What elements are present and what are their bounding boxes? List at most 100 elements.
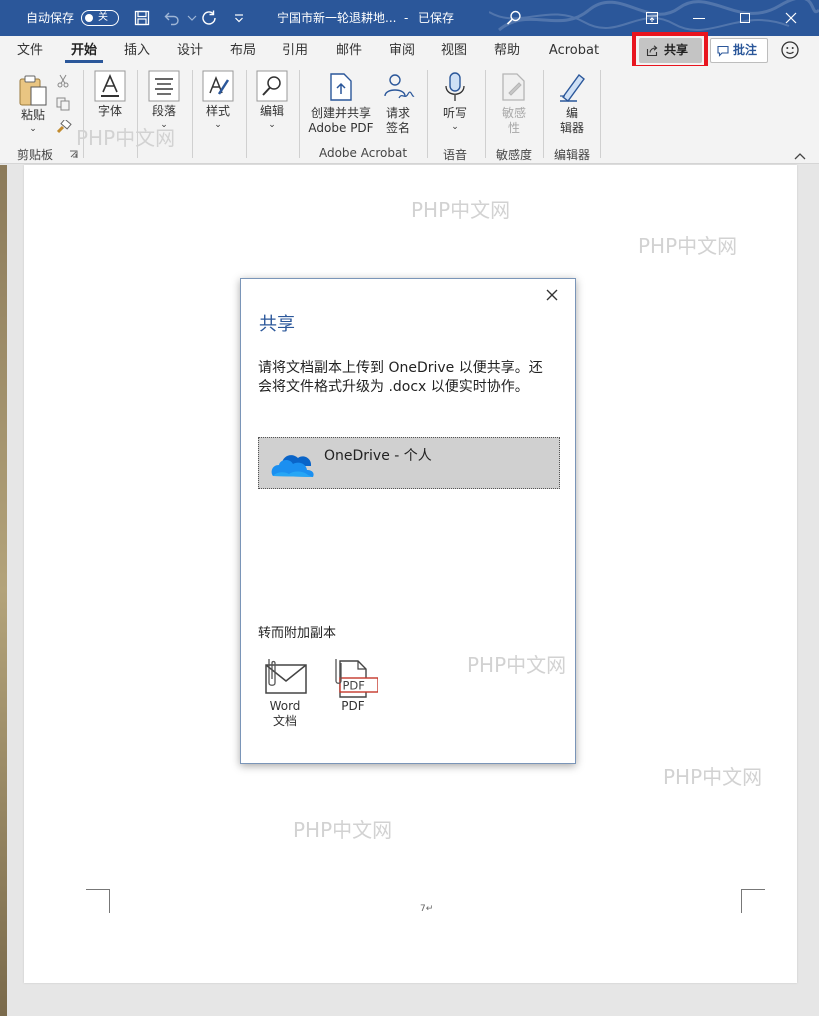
window-edge <box>0 165 7 1016</box>
request-signature-label-2[interactable]: 签名 <box>380 121 416 136</box>
paste-icon[interactable] <box>16 74 50 108</box>
collapse-ribbon-icon[interactable] <box>794 152 806 160</box>
dictate-label[interactable]: 听写 <box>437 106 473 121</box>
watermark: PHP中文网 <box>411 198 511 222</box>
editor-icon[interactable] <box>557 71 587 103</box>
tab-layout[interactable]: 布局 <box>222 36 264 66</box>
tab-design[interactable]: 设计 <box>169 36 211 66</box>
paragraph-icon[interactable] <box>148 70 180 102</box>
styles-icon[interactable] <box>202 70 234 102</box>
tab-review[interactable]: 审阅 <box>381 36 423 66</box>
save-icon[interactable] <box>133 9 151 27</box>
autosave-toggle[interactable]: 关 <box>81 10 119 26</box>
attach-pdf-label: PDF <box>341 699 365 713</box>
save-status: 已保存 <box>418 11 455 25</box>
dialog-title: 共享 <box>259 314 295 335</box>
crop-mark-left <box>86 889 110 913</box>
ribbon-separator <box>427 70 428 158</box>
font-label[interactable]: 字体 <box>92 104 128 119</box>
ribbon-display-options-button[interactable] <box>629 0 675 36</box>
share-icon <box>646 45 658 57</box>
editing-dropdown-icon[interactable]: ⌄ <box>267 118 277 133</box>
svg-text:PDF: PDF <box>343 679 365 693</box>
request-signature-label-1[interactable]: 请求 <box>380 106 416 121</box>
attach-pdf[interactable]: PDF PDF <box>323 657 383 714</box>
pdf-attachment-icon: PDF <box>335 659 378 698</box>
sensitivity-label-1: 敏感 <box>501 106 526 120</box>
format-painter-icon[interactable] <box>56 120 72 134</box>
editing-icon[interactable] <box>256 70 288 102</box>
dictate-dropdown-icon[interactable]: ⌄ <box>450 120 460 135</box>
feedback-smiley-icon[interactable] <box>780 40 800 60</box>
editor-label-1[interactable]: 编 <box>554 106 590 121</box>
search-icon[interactable] <box>505 9 523 27</box>
comment-icon <box>717 45 729 57</box>
ribbon-separator <box>192 70 193 158</box>
editing-label[interactable]: 编辑 <box>254 104 290 119</box>
create-share-pdf-label-1[interactable]: 创建并共享 <box>302 106 380 121</box>
minimize-button[interactable] <box>676 0 722 36</box>
create-share-pdf-icon[interactable] <box>328 72 354 102</box>
clipboard-launcher-icon[interactable] <box>69 150 78 159</box>
maximize-icon <box>740 13 750 23</box>
ribbon-separator <box>485 70 486 158</box>
attach-word-label-2: 文档 <box>272 714 297 728</box>
attach-word-document[interactable]: Word 文档 <box>255 657 315 729</box>
copy-icon[interactable] <box>56 97 70 111</box>
paste-dropdown-icon[interactable]: ⌄ <box>28 122 38 137</box>
create-share-pdf-label-2[interactable]: Adobe PDF <box>302 121 380 136</box>
document-title[interactable]: 宁国市新一轮退耕地... <box>277 0 396 36</box>
undo-icon[interactable] <box>163 9 181 27</box>
sensitivity-group-label: 敏感度 <box>495 148 532 162</box>
tab-acrobat[interactable]: Acrobat <box>543 36 605 66</box>
dictate-icon[interactable] <box>444 71 466 103</box>
onedrive-cloud-icon <box>271 455 314 477</box>
share-button[interactable]: 共享 <box>639 38 702 63</box>
tab-references[interactable]: 引用 <box>274 36 316 66</box>
watermark: PHP中文网 <box>467 653 567 677</box>
maximize-button[interactable] <box>722 0 768 36</box>
attach-copy-heading: 转而附加副本 <box>258 626 337 641</box>
email-attachment-icon <box>265 659 307 694</box>
title-separator: - <box>404 11 409 25</box>
paragraph-label[interactable]: 段落 <box>146 104 182 119</box>
title-bar: 自动保存 关 宁国市新一轮退耕地... - 已保存 <box>0 0 819 36</box>
tab-file[interactable]: 文件 <box>10 36 50 66</box>
watermark: PHP中文网 <box>638 234 738 258</box>
dialog-description: 请将文档副本上传到 OneDrive 以便共享。还会将文件格式升级为 .docx… <box>258 360 543 395</box>
crop-mark-right <box>741 889 765 913</box>
page-number: 7↵ <box>420 904 434 914</box>
clipboard-group-label: 剪贴板 <box>16 148 53 162</box>
redo-icon[interactable] <box>200 9 218 27</box>
ribbon-separator <box>543 70 544 158</box>
styles-dropdown-icon[interactable]: ⌄ <box>213 118 223 133</box>
toggle-knob <box>85 13 93 22</box>
onedrive-label: OneDrive - 个人 <box>324 448 432 464</box>
autosave-state: 关 <box>98 12 108 23</box>
comments-label: 批注 <box>733 43 758 57</box>
paste-label[interactable]: 粘贴 <box>16 108 50 123</box>
editor-group-label: 编辑器 <box>553 148 590 162</box>
sensitivity-label-2: 性 <box>507 121 520 135</box>
tab-insert[interactable]: 插入 <box>116 36 158 66</box>
dialog-close-icon[interactable] <box>545 288 559 302</box>
tab-mailings[interactable]: 邮件 <box>328 36 370 66</box>
editor-label-2[interactable]: 辑器 <box>554 121 590 136</box>
tab-view[interactable]: 视图 <box>433 36 475 66</box>
voice-group-label: 语音 <box>442 148 467 162</box>
watermark: PHP中文网 <box>663 765 763 789</box>
tab-home[interactable]: 开始 <box>63 36 105 66</box>
styles-label[interactable]: 样式 <box>200 104 236 119</box>
comments-button[interactable]: 批注 <box>710 38 768 63</box>
minimize-icon <box>693 18 705 19</box>
tab-help[interactable]: 帮助 <box>486 36 528 66</box>
sensitivity-icon <box>500 72 528 102</box>
request-signature-icon[interactable] <box>381 72 415 102</box>
close-button[interactable] <box>768 0 814 36</box>
cut-icon[interactable] <box>56 74 70 88</box>
ribbon-separator <box>246 70 247 158</box>
customize-toolbar-icon[interactable] <box>230 9 248 27</box>
ribbon-separator <box>600 70 601 158</box>
onedrive-personal-button[interactable]: OneDrive - 个人 <box>258 437 560 489</box>
font-icon[interactable] <box>94 70 126 102</box>
